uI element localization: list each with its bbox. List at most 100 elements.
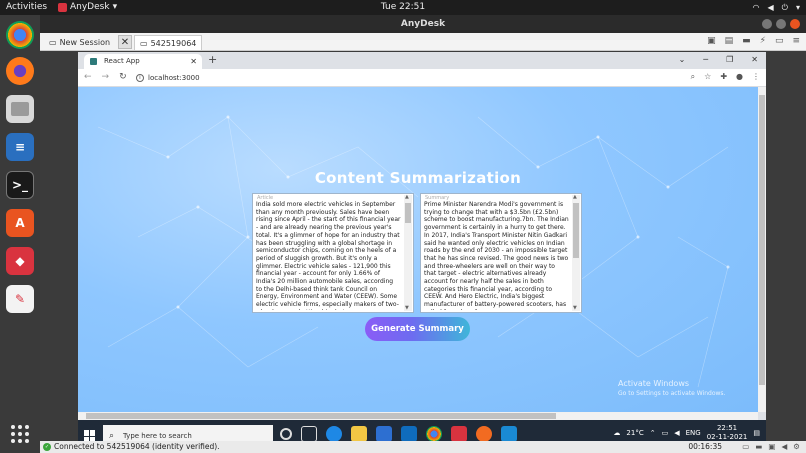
action-icon[interactable]: ⚡ (760, 36, 766, 46)
power-icon[interactable]: ⏻ (782, 0, 788, 15)
page-viewport: Content Summarization Article India sold… (78, 87, 758, 412)
new-tab-button[interactable]: + (208, 53, 217, 66)
forward-icon[interactable]: → (102, 72, 110, 82)
app-menu[interactable]: AnyDesk ▾ (58, 0, 117, 15)
notes-icon[interactable]: ✎ (6, 285, 34, 313)
browser-toolbar: ← → ↻ i localhost:3000 ⌕ ☆ ✚ ● ⋮ (78, 69, 766, 87)
volume-icon[interactable]: ◀ (768, 0, 774, 15)
zoom-icon[interactable]: ⌕ (691, 72, 695, 82)
page-vertical-scrollbar[interactable] (758, 87, 766, 412)
close-button[interactable] (790, 19, 800, 29)
terminal-icon[interactable]: >_ (6, 171, 34, 199)
scroll-up-icon[interactable]: ▲ (405, 194, 409, 200)
taskbar-time: 22:51 (716, 424, 738, 432)
browser-actions: ⌕ ☆ ✚ ● ⋮ (691, 72, 760, 82)
notifications-icon[interactable]: ▤ (753, 429, 760, 437)
address-bar[interactable]: i localhost:3000 (134, 71, 674, 85)
chat-icon[interactable]: ▤ (725, 36, 734, 46)
anydesk-status-bar: ✓ Connected to 542519064 (identity verif… (40, 441, 806, 453)
summary-text[interactable]: Prime Minister Narendra Modi's governmen… (424, 201, 569, 310)
check-icon: ✓ (43, 443, 51, 451)
edge-icon[interactable] (326, 426, 342, 442)
lock-icon[interactable]: ▣ (768, 441, 775, 453)
page-horizontal-scrollbar[interactable] (78, 412, 758, 420)
chevron-down-icon[interactable]: ▾ (796, 0, 800, 15)
weather-icon[interactable]: ☁ (613, 429, 620, 437)
software-center-icon[interactable]: A (6, 209, 34, 237)
language-indicator[interactable]: ENG (686, 429, 701, 437)
taskbar-clock[interactable]: 22:51 02-11-2021 (707, 424, 748, 442)
scroll-thumb[interactable] (573, 203, 579, 258)
profile-icon[interactable]: ● (736, 72, 743, 82)
weather-text[interactable]: 21°C (626, 429, 643, 437)
chevron-up-icon[interactable]: ⌃ (650, 429, 656, 437)
star-icon[interactable]: ☆ (704, 72, 711, 82)
minimize-button[interactable]: ─ (703, 55, 708, 64)
display-icon[interactable]: ▭ (775, 36, 784, 46)
tab-new-session[interactable]: ▭ New Session (44, 35, 115, 50)
activate-windows-watermark: Activate Windows Go to Settings to activ… (618, 379, 725, 399)
close-button[interactable]: ✕ (751, 55, 758, 64)
scroll-thumb[interactable] (759, 95, 765, 385)
show-apps-icon[interactable] (11, 425, 29, 443)
summary-scrollbar[interactable]: ▲ ▼ (572, 194, 580, 311)
watermark-subtitle: Go to Settings to activate Windows. (618, 390, 726, 397)
article-text[interactable]: India sold more electric vehicles in Sep… (256, 201, 401, 310)
chevron-down-icon[interactable]: ⌄ (679, 55, 686, 64)
top-clock[interactable]: Tue 22:51 (381, 0, 425, 15)
restore-button[interactable]: ❐ (726, 55, 733, 64)
keyboard-icon[interactable]: ▬ (742, 36, 751, 46)
cortana-icon[interactable] (280, 428, 292, 440)
vscode-icon[interactable] (501, 426, 517, 442)
anydesk-toolbar: ▣ ▤ ▬ ⚡ ▭ ≡ (707, 36, 800, 46)
scroll-thumb[interactable] (86, 413, 556, 419)
file-explorer-icon[interactable] (351, 426, 367, 442)
postman-icon[interactable] (476, 426, 492, 442)
tab-remote-session[interactable]: ▭ 542519064 (134, 35, 203, 50)
store-icon[interactable] (376, 426, 392, 442)
minimize-button[interactable] (762, 19, 772, 29)
chrome-icon[interactable] (6, 21, 34, 49)
scroll-down-icon[interactable]: ▼ (405, 305, 409, 311)
keyboard-icon[interactable]: ▬ (755, 441, 762, 453)
mail-icon[interactable] (401, 426, 417, 442)
wifi-icon[interactable]: ◠ (753, 0, 760, 15)
article-textarea[interactable]: Article India sold more electric vehicle… (252, 193, 414, 313)
anydesk-icon[interactable] (451, 426, 467, 442)
scroll-up-icon[interactable]: ▲ (573, 194, 577, 200)
volume-icon[interactable]: ◀ (674, 429, 679, 437)
anydesk-title: AnyDesk (400, 19, 446, 29)
firefox-icon[interactable] (6, 57, 34, 85)
audio-icon[interactable]: ◀ (781, 441, 787, 453)
anydesk-icon[interactable]: ◆ (6, 247, 34, 275)
settings-icon[interactable]: ⚙ (793, 441, 800, 453)
close-tab-icon[interactable]: ✕ (190, 54, 197, 69)
task-view-icon[interactable] (301, 426, 317, 442)
user-icon[interactable]: ▣ (707, 36, 716, 46)
files-icon[interactable] (6, 95, 34, 123)
menu-icon[interactable]: ≡ (792, 36, 800, 46)
app-menu-label: AnyDesk (70, 2, 110, 12)
info-icon[interactable]: i (136, 74, 144, 82)
extensions-icon[interactable]: ✚ (720, 72, 727, 82)
back-icon[interactable]: ← (84, 72, 92, 82)
connection-status: Connected to 542519064 (identity verifie… (54, 442, 220, 451)
system-tray[interactable]: ◠ ◀ ⏻ ▾ (753, 0, 800, 15)
network-icon[interactable]: ▭ (662, 429, 669, 437)
generate-summary-button[interactable]: Generate Summary (365, 317, 470, 341)
chrome-icon[interactable] (426, 426, 442, 442)
scroll-down-icon[interactable]: ▼ (573, 305, 577, 311)
more-icon[interactable]: ⋮ (752, 72, 760, 82)
close-icon[interactable]: ✕ (118, 35, 132, 49)
writer-icon[interactable]: ≡ (6, 133, 34, 161)
maximize-button[interactable] (776, 19, 786, 29)
browser-tab[interactable]: React App ✕ (84, 54, 202, 69)
display-icon[interactable]: ▭ (742, 441, 749, 453)
scroll-thumb[interactable] (405, 203, 411, 223)
article-scrollbar[interactable]: ▲ ▼ (404, 194, 412, 311)
ubuntu-top-bar: Activities AnyDesk ▾ Tue 22:51 ◠ ◀ ⏻ ▾ (0, 0, 806, 15)
monitor-icon: ▭ (140, 38, 148, 48)
summary-textarea[interactable]: Summary Prime Minister Narendra Modi's g… (420, 193, 582, 313)
activities-button[interactable]: Activities (6, 0, 47, 15)
reload-icon[interactable]: ↻ (119, 72, 127, 82)
